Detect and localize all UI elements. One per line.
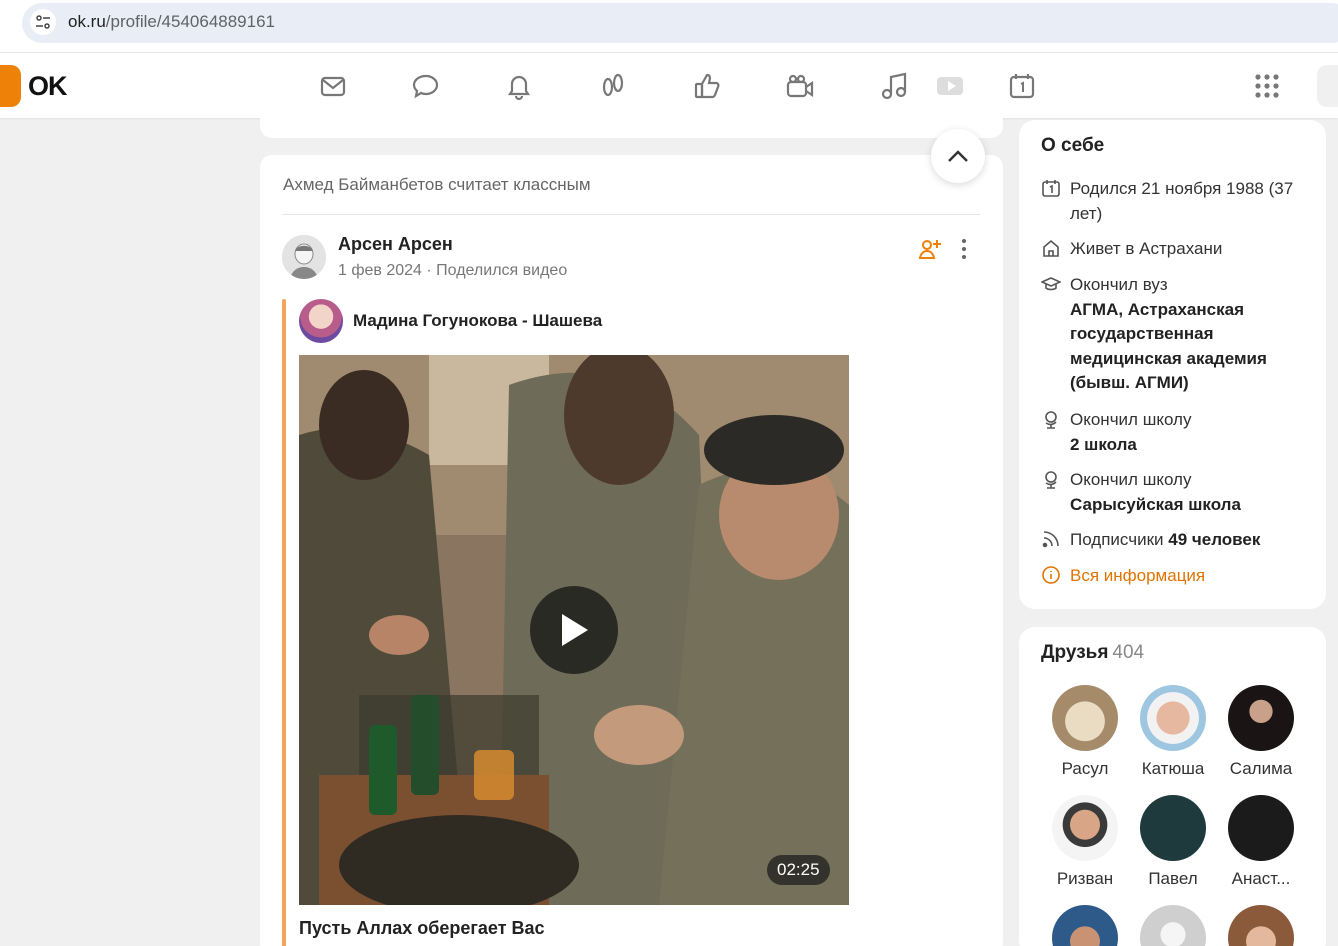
friend-item[interactable]: [1133, 905, 1213, 946]
friend-avatar: [1140, 795, 1206, 861]
friends-title[interactable]: Друзья 404: [1041, 642, 1144, 664]
ok-logo-icon: [0, 65, 21, 107]
friend-avatar: [1140, 685, 1206, 751]
friend-item[interactable]: Салима: [1221, 685, 1301, 779]
video-title[interactable]: Пусть Аллах оберегает Вас: [299, 918, 545, 939]
site-info-icon[interactable]: [30, 9, 56, 35]
author-avatar[interactable]: [282, 235, 326, 279]
graduation-cap-icon: [1041, 277, 1061, 291]
friends-card: Друзья 404 Расул Катюша Салима Ризван Пав…: [1019, 627, 1326, 946]
friend-avatar: [1228, 685, 1294, 751]
friend-item[interactable]: Ризван: [1045, 795, 1125, 889]
friend-item[interactable]: Катюша: [1133, 685, 1213, 779]
music-icon[interactable]: [876, 68, 912, 104]
video-duration: 02:25: [767, 855, 830, 885]
post-liked-by[interactable]: Ахмед Байманбетов считает классным: [283, 175, 591, 195]
bell-icon[interactable]: [501, 68, 537, 104]
birth-row: Родился 21 ноября 1988 (37 лет): [1041, 177, 1310, 226]
repost-author[interactable]: Мадина Гогунокова - Шашева: [353, 311, 602, 331]
friend-item[interactable]: Расул: [1045, 685, 1125, 779]
friend-item[interactable]: [1221, 905, 1301, 946]
repost-accent-line: [282, 299, 286, 946]
lives-row: Живет в Астрахани: [1041, 237, 1310, 262]
camera-icon[interactable]: [782, 68, 818, 104]
like-icon[interactable]: [689, 68, 725, 104]
globe-icon: [1045, 411, 1057, 429]
scroll-to-top-button[interactable]: [931, 129, 985, 183]
globe-icon: [1045, 471, 1057, 489]
friend-avatar: [1228, 795, 1294, 861]
add-friend-icon[interactable]: [917, 236, 943, 262]
browser-address-bar: ok.ru/profile/454064889161: [0, 0, 1338, 52]
school-row-2: Окончил школу Сарысуйская школа: [1041, 468, 1310, 517]
friend-item[interactable]: Павел: [1133, 795, 1213, 889]
video-icon[interactable]: [932, 68, 968, 104]
chevron-up-icon: [948, 150, 968, 162]
friend-item[interactable]: [1045, 905, 1125, 946]
all-info-row[interactable]: Вся информация: [1041, 564, 1310, 589]
repost-author-avatar[interactable]: [299, 299, 343, 343]
all-info-link[interactable]: Вся информация: [1070, 564, 1310, 589]
chat-icon[interactable]: [408, 68, 444, 104]
subscribers-row[interactable]: Подписчики 49 человек: [1041, 528, 1310, 553]
university-row: Окончил вуз АГМА, Астраханская государств…: [1041, 273, 1310, 396]
calendar-icon[interactable]: [1004, 68, 1040, 104]
calendar-icon: [1042, 180, 1060, 197]
home-icon: [1043, 239, 1059, 257]
play-icon: [562, 614, 588, 646]
more-options-icon[interactable]: [957, 237, 971, 261]
play-button[interactable]: [530, 586, 618, 674]
ok-logo[interactable]: OK: [0, 65, 67, 107]
url-text[interactable]: ok.ru/profile/454064889161: [68, 12, 275, 32]
friend-avatar: [1228, 905, 1294, 946]
friend-avatar: [1052, 795, 1118, 861]
friend-avatar: [1052, 685, 1118, 751]
guests-icon[interactable]: [595, 68, 631, 104]
divider: [282, 214, 980, 215]
school-row-1: Окончил школу 2 школа: [1041, 408, 1310, 457]
friend-item[interactable]: Анаст...: [1221, 795, 1301, 889]
apps-grid-icon[interactable]: [1249, 68, 1285, 104]
mail-icon[interactable]: [315, 68, 351, 104]
rss-icon: [1042, 531, 1059, 548]
profile-menu-button[interactable]: [1317, 65, 1338, 107]
friend-avatar: [1140, 905, 1206, 946]
video-player[interactable]: 02:25: [299, 355, 849, 905]
previous-post-card: [260, 118, 1003, 138]
feed-post: Ахмед Байманбетов считает классным Арсен…: [260, 155, 1003, 946]
friend-avatar: [1052, 905, 1118, 946]
post-author[interactable]: Арсен Арсен: [338, 234, 453, 255]
about-title: О себе: [1041, 135, 1105, 156]
site-header: OK: [0, 52, 1338, 118]
about-card: О себе Родился 21 ноября 1988 (37 лет) Ж…: [1019, 120, 1326, 609]
info-icon: [1042, 566, 1060, 584]
post-meta: 1 фев 2024 · Поделился видео: [338, 262, 568, 279]
